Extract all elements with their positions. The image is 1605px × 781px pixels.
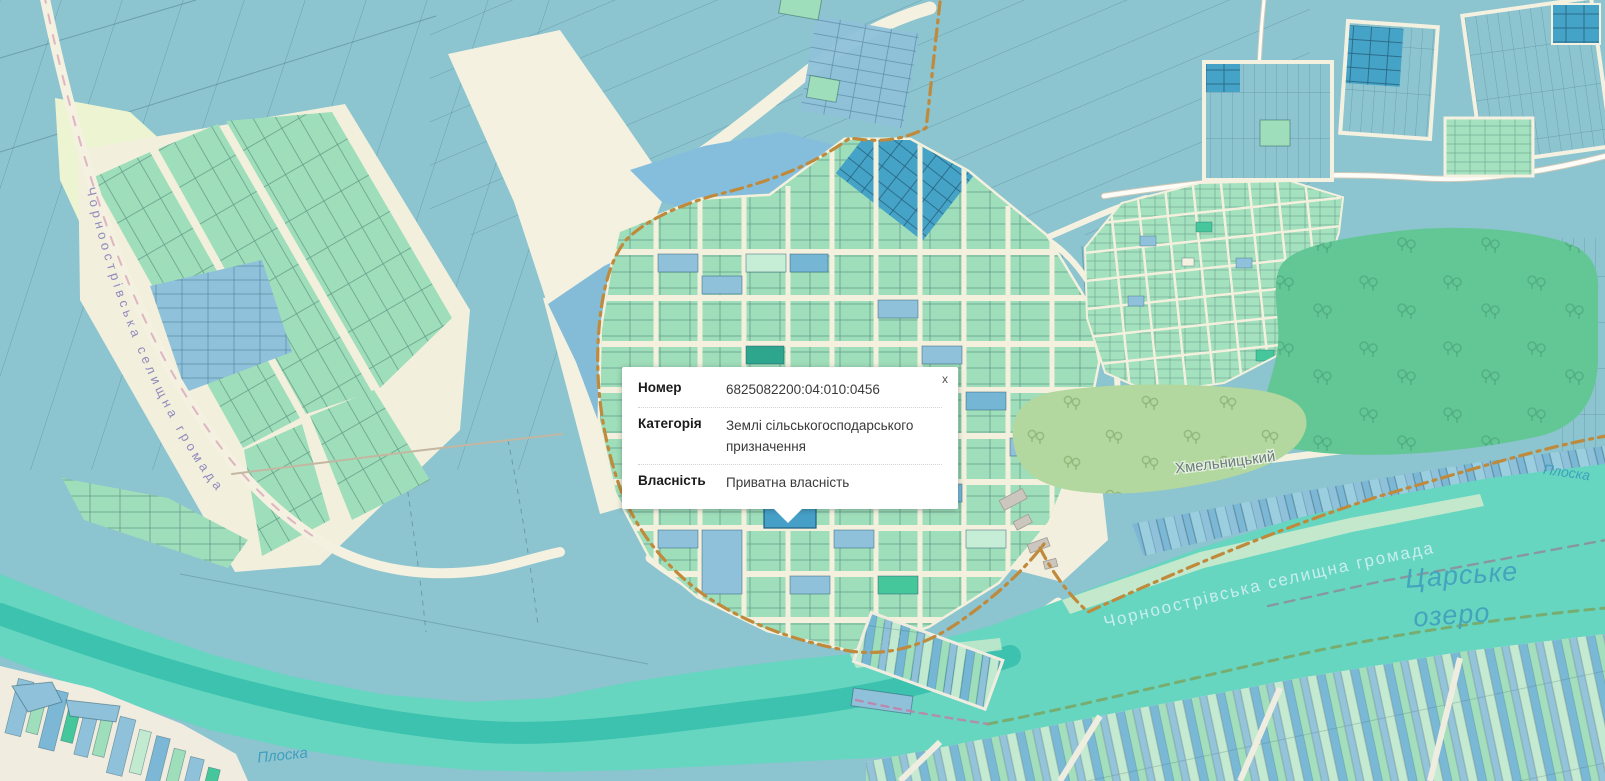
cadastral-map-app: Чорноострівська селищна громада Чорноост…: [0, 0, 1605, 781]
popup-row-category: Категорія Землі сільськогосподарського п…: [638, 408, 942, 465]
forest: [1264, 228, 1598, 455]
popup-row-number: Номер 6825082200:04:010:0456: [638, 372, 942, 408]
popup-value: Приватна власність: [726, 473, 942, 493]
parcel-info-popup: x Номер 6825082200:04:010:0456 Категорія…: [622, 367, 958, 509]
popup-pointer: [774, 509, 802, 523]
popup-row-ownership: Власність Приватна власність: [638, 465, 942, 500]
popup-label: Номер: [638, 380, 726, 400]
popup-label: Категорія: [638, 416, 726, 457]
popup-close-button[interactable]: x: [936, 368, 954, 390]
popup-label: Власність: [638, 473, 726, 493]
lake-label-line2: озеро: [1412, 597, 1491, 632]
popup-value: Землі сільськогосподарського призначення: [726, 416, 942, 457]
popup-value: 6825082200:04:010:0456: [726, 380, 942, 400]
